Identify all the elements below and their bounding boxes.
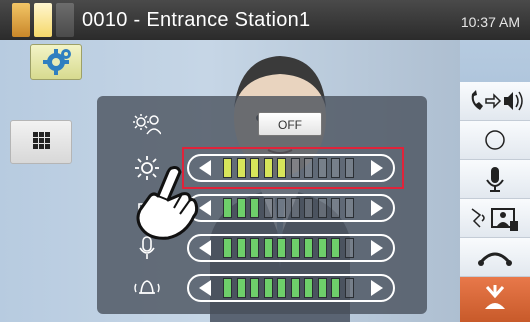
- decrease-arrow-icon[interactable]: [191, 276, 219, 300]
- status-light-orange: [12, 3, 30, 37]
- level-tick: [317, 238, 327, 258]
- settings-button[interactable]: [30, 44, 82, 80]
- status-lights: [12, 3, 74, 37]
- level-tick: [331, 278, 340, 298]
- record-button[interactable]: [460, 121, 530, 160]
- ringtone-volume-slider[interactable]: [187, 274, 395, 302]
- microphone-volume-slider[interactable]: [187, 234, 395, 262]
- level-tick: [304, 198, 313, 218]
- hangup-button[interactable]: [460, 238, 530, 277]
- station-title: 0010 - Entrance Station1: [82, 9, 311, 31]
- call-transfer-button[interactable]: [460, 82, 530, 121]
- hangup-icon: [478, 252, 512, 266]
- level-tick: [263, 278, 273, 298]
- level-tick: [277, 238, 286, 258]
- level-tick: [263, 198, 273, 218]
- level-tick: [277, 198, 286, 218]
- level-tick: [290, 198, 300, 218]
- level-tick: [304, 278, 313, 298]
- level-tick: [290, 278, 300, 298]
- level-tick: [250, 198, 259, 218]
- pointing-hand-icon: [136, 166, 199, 240]
- record-icon: [485, 130, 505, 150]
- level-tick: [344, 278, 354, 298]
- speaker-volume-level: [223, 198, 359, 218]
- microphone-volume-level: [223, 238, 359, 258]
- level-tick: [317, 198, 327, 218]
- mic-icon: [486, 167, 504, 192]
- ringtone-volume-row: [97, 270, 427, 306]
- clock: 10:37 AM: [460, 14, 520, 30]
- level-tick: [250, 238, 259, 258]
- sun-person-icon: [133, 114, 161, 135]
- monitor-talk-button[interactable]: [460, 199, 530, 238]
- speaker-volume-slider[interactable]: [187, 194, 395, 222]
- grid-icon: [33, 132, 50, 149]
- level-tick: [304, 238, 313, 258]
- level-tick: [331, 238, 340, 258]
- call-transfer-icon: [471, 90, 523, 111]
- increase-arrow-icon[interactable]: [363, 276, 391, 300]
- backlight-off-toggle[interactable]: OFF: [258, 112, 322, 136]
- gear-icon: [43, 49, 71, 75]
- level-tick: [290, 238, 300, 258]
- level-tick: [344, 198, 354, 218]
- monitor-icon: [471, 208, 518, 231]
- increase-arrow-icon[interactable]: [363, 196, 391, 220]
- level-tick: [277, 278, 286, 298]
- level-tick: [223, 238, 232, 258]
- increase-arrow-icon[interactable]: [363, 236, 391, 260]
- level-tick: [250, 278, 259, 298]
- level-tick: [223, 198, 232, 218]
- right-toolbar: [460, 82, 530, 322]
- level-tick: [263, 238, 273, 258]
- highlight-box: [182, 147, 404, 189]
- end-call-button[interactable]: [460, 277, 530, 322]
- microphone-button[interactable]: [460, 160, 530, 199]
- level-tick: [344, 238, 354, 258]
- end-icon: [485, 285, 505, 309]
- status-light-yellow: [34, 3, 52, 37]
- ringtone-volume-level: [223, 278, 359, 298]
- level-tick: [236, 278, 246, 298]
- level-tick: [236, 238, 246, 258]
- level-tick: [331, 198, 340, 218]
- level-tick: [236, 198, 246, 218]
- status-light-gray: [56, 3, 74, 37]
- grid-menu-button[interactable]: [10, 120, 72, 164]
- title-bar: 0010 - Entrance Station1 10:37 AM: [0, 0, 530, 40]
- level-tick: [317, 278, 327, 298]
- level-tick: [223, 278, 232, 298]
- intercom-screen: 0010 - Entrance Station1 10:37 AM OFF: [0, 0, 530, 322]
- bell-icon: [134, 280, 160, 294]
